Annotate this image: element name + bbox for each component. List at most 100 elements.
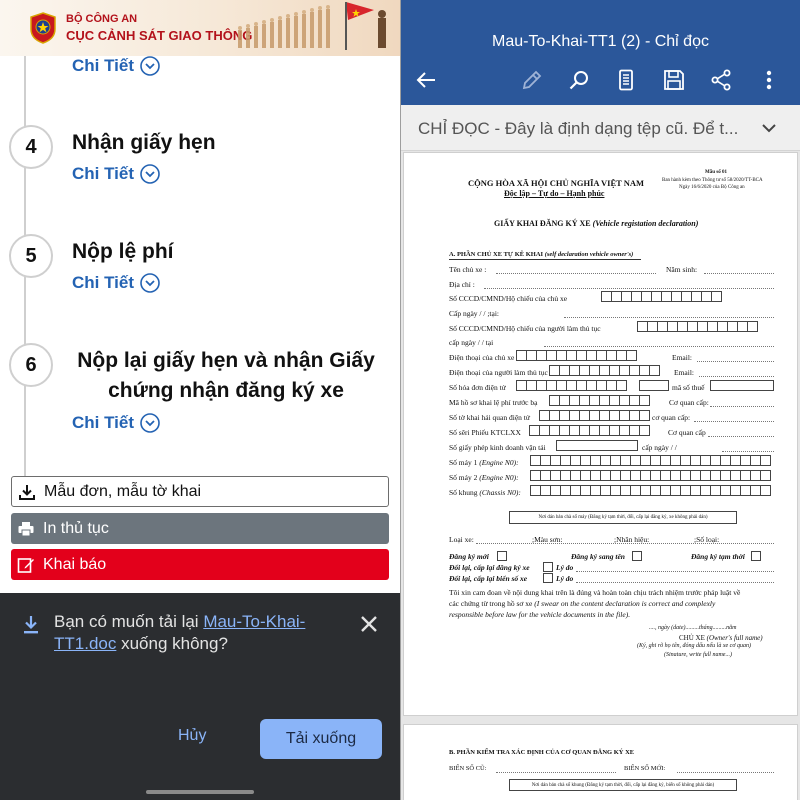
option-reissue-checkbox[interactable] xyxy=(543,562,553,572)
print-button[interactable]: In thủ tục xyxy=(11,513,389,544)
printer-icon xyxy=(18,521,34,536)
option-transfer-label: Đăng ký sang tên xyxy=(571,552,625,561)
owner-name-field[interactable] xyxy=(496,273,656,274)
read-only-notice[interactable]: CHỈ ĐỌC - Đây là định dạng tệp cũ. Để t.… xyxy=(401,105,800,151)
option-plate-checkbox[interactable] xyxy=(543,573,553,583)
option-new-checkbox[interactable] xyxy=(497,551,507,561)
new-plate-label: BIỂN SỐ MỚI: xyxy=(624,765,666,772)
engine-2-text-en: (Engine N0): xyxy=(479,473,519,482)
option-reissue-label: Đổi lại, cấp lại đăng ký xe xyxy=(449,563,530,572)
close-icon[interactable] xyxy=(358,613,380,635)
search-icon[interactable] xyxy=(567,68,591,92)
old-plate-field[interactable] xyxy=(496,772,616,773)
step-6-detail-link[interactable]: Chi Tiết xyxy=(72,413,160,433)
step-6-title: Nộp lại giấy hẹn và nhận Giấy chứng nhận… xyxy=(77,349,375,402)
vehicle-info-field[interactable] xyxy=(476,543,774,544)
download-icon xyxy=(24,616,38,634)
chassis-text-en: (Chassis N0): xyxy=(479,488,521,497)
fee-agency-field[interactable] xyxy=(710,406,774,407)
share-icon[interactable] xyxy=(709,68,733,92)
web-page-pane: BỘ CÔNG AN CỤC CẢNH SÁT GIAO THÔNG Chi T… xyxy=(0,0,400,800)
declare-button[interactable]: Khai báo xyxy=(11,549,389,580)
transport-issue-field[interactable] xyxy=(722,451,774,452)
download-icon xyxy=(19,484,35,500)
signature-note-2: (Sinature, write full name...) xyxy=(664,652,732,658)
home-indicator[interactable] xyxy=(146,790,254,794)
download-button[interactable]: Tải xuống xyxy=(260,719,382,759)
agent-id-boxes[interactable] xyxy=(637,321,758,332)
forms-button-label: Mẫu đơn, mẫu tờ khai xyxy=(44,482,202,500)
forms-button[interactable]: Mẫu đơn, mẫu tờ khai xyxy=(11,476,389,507)
transport-license-label: Số giấy phép kinh doanh vận tải xyxy=(449,443,546,452)
chassis-text: Số khung xyxy=(449,488,478,497)
more-icon[interactable] xyxy=(757,68,781,92)
pledge-line-2b: (I swear on the content declaration is c… xyxy=(534,599,716,608)
reissue-reason-field[interactable] xyxy=(576,571,774,572)
einvoice-boxes[interactable] xyxy=(516,380,627,391)
form-nation: CỘNG HÒA XÃ HỘI CHỦ NGHĨA VIỆT NAM xyxy=(468,178,645,188)
chevron-down-circle-icon xyxy=(140,413,160,433)
cancel-button[interactable]: Hủy xyxy=(178,727,206,745)
address-field[interactable] xyxy=(484,288,774,289)
issue-date-sep: / / xyxy=(479,309,486,318)
step-5-title: Nộp lệ phí xyxy=(72,240,174,263)
detail-label: Chi Tiết xyxy=(72,273,135,292)
agent-phone-label: Điện thoại của người làm thủ tục xyxy=(449,368,548,377)
birth-year-field[interactable] xyxy=(704,273,774,274)
owner-email-field[interactable] xyxy=(697,361,774,362)
einvoice-extra-box[interactable] xyxy=(639,380,669,391)
customs-boxes[interactable] xyxy=(539,410,650,421)
issue-at-text: ;tại: xyxy=(487,309,500,318)
owner-phone-boxes[interactable] xyxy=(516,350,637,361)
notice-text: CHỈ ĐỌC - Đây là định dạng tệp cũ. Để t.… xyxy=(418,119,739,138)
chassis-boxes[interactable] xyxy=(530,485,771,496)
back-arrow-icon[interactable] xyxy=(414,68,438,92)
form-number: Mẫu số 01 xyxy=(705,170,727,175)
section-a-title-en: (self declaration vehicle owner's) xyxy=(544,251,634,258)
engine-2-boxes[interactable] xyxy=(530,470,771,481)
agent-issue-place-field[interactable] xyxy=(544,346,774,347)
agent-email-field[interactable] xyxy=(699,376,774,377)
signature-title-en: (Owner's full name) xyxy=(706,634,763,642)
customs-agency-field[interactable] xyxy=(694,421,774,422)
signature-title: CHỦ XE (Owner's full name) xyxy=(679,634,763,642)
fee-agency-label: Cơ quan cấp: xyxy=(669,398,709,407)
step-5-detail-link[interactable]: Chi Tiết xyxy=(72,273,160,293)
engine-1-label: Số máy 1 (Engine N0): xyxy=(449,458,519,467)
mobile-view-icon[interactable] xyxy=(614,68,638,92)
engine-1-boxes[interactable] xyxy=(530,455,771,466)
customs-agency-label: cơ quan cấp: xyxy=(652,413,691,422)
kctclxx-boxes[interactable] xyxy=(529,425,650,436)
plate-reason-field[interactable] xyxy=(576,582,774,583)
agent-phone-boxes[interactable] xyxy=(549,365,660,376)
transport-license-box[interactable] xyxy=(556,440,638,451)
print-button-label: In thủ tục xyxy=(43,519,109,537)
save-icon[interactable] xyxy=(662,68,686,92)
owner-id-label: Số CCCD/CMND/Hộ chiếu của chủ xe xyxy=(449,294,568,303)
chevron-down-circle-icon xyxy=(140,56,160,76)
owner-id-boxes[interactable] xyxy=(601,291,722,302)
option-temp-checkbox[interactable] xyxy=(751,551,761,561)
pen-icon[interactable] xyxy=(520,68,544,92)
section-a-title: A. PHẦN CHỦ XE TỰ KÊ KHAI xyxy=(449,251,544,258)
birth-year-label: Năm sinh: xyxy=(666,265,698,274)
taxcode-box[interactable] xyxy=(710,380,774,391)
step-4-detail-link[interactable]: Chi Tiết xyxy=(72,164,160,184)
prompt-prefix: Bạn có muốn tải lại xyxy=(54,612,204,631)
download-prompt-message: Bạn có muốn tải lại Mau-To-Khai-TT1.doc … xyxy=(54,611,344,655)
police-emblem-icon xyxy=(30,12,56,44)
new-plate-field[interactable] xyxy=(677,772,774,773)
word-viewer-pane: Mau-To-Khai-TT1 (2) - Chỉ đọc CHỈ ĐỌC - … xyxy=(401,0,800,800)
issue-place-field[interactable] xyxy=(564,317,774,318)
step-3-detail-link[interactable]: Chi Tiết xyxy=(72,56,160,76)
chassis-stamp-note: Nơi dán bản chà số khung (Đăng ký tạm th… xyxy=(531,782,715,788)
form-title: GIẤY KHAI ĐĂNG KÝ XE (Vehicle registatio… xyxy=(494,219,698,228)
kctclxx-agency-field[interactable] xyxy=(708,436,774,437)
declare-button-label: Khai báo xyxy=(43,555,107,573)
chevron-down-icon[interactable] xyxy=(761,122,777,134)
pledge-line-1: Tôi xin cam đoan về nội dung khai trên l… xyxy=(449,588,741,597)
fee-code-boxes[interactable] xyxy=(549,395,650,406)
section-a-heading: A. PHẦN CHỦ XE TỰ KÊ KHAI (self declarat… xyxy=(449,251,633,258)
option-transfer-checkbox[interactable] xyxy=(632,551,642,561)
kctclxx-agency-label: Cơ quan cấp xyxy=(668,428,706,437)
